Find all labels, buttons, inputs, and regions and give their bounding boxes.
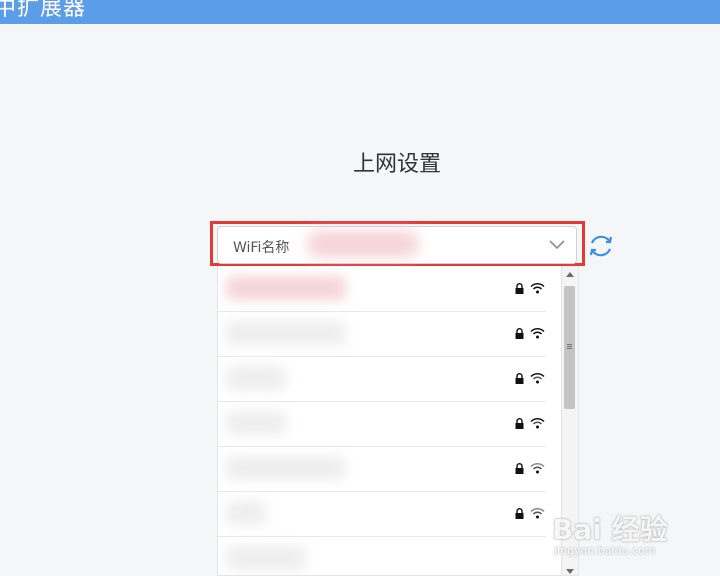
scroll-down-arrow-icon[interactable] xyxy=(566,569,574,574)
wifi-icon xyxy=(530,507,545,519)
wifi-icon xyxy=(530,372,545,384)
lock-icon xyxy=(515,328,524,339)
redacted-ssid xyxy=(226,501,266,525)
redacted-ssid xyxy=(226,546,306,570)
lock-icon xyxy=(515,508,524,519)
list-item[interactable] xyxy=(218,356,546,402)
page-title: 上网设置 xyxy=(352,152,441,177)
redacted-ssid xyxy=(226,366,286,390)
top-header-bar: 中扩展器 xyxy=(0,0,720,24)
redacted-ssid xyxy=(308,231,418,257)
watermark-url: jingyan.baidu.com xyxy=(554,544,656,557)
grip-line xyxy=(567,346,572,347)
grip-line xyxy=(567,344,572,345)
grip-line xyxy=(567,348,572,349)
wifi-icon xyxy=(530,417,545,429)
redacted-ssid xyxy=(226,321,346,345)
list-item[interactable] xyxy=(218,536,546,575)
scroll-up-arrow-icon[interactable] xyxy=(566,272,574,277)
header-title: 中扩展器 xyxy=(0,0,87,21)
lock-icon xyxy=(515,373,524,384)
wifi-icon xyxy=(530,462,545,474)
lock-icon xyxy=(515,418,524,429)
redacted-ssid xyxy=(226,456,346,480)
list-item[interactable] xyxy=(218,311,546,357)
list-item[interactable] xyxy=(218,446,546,492)
refresh-icon[interactable] xyxy=(587,232,615,260)
wifi-select-label: WiFi名称 xyxy=(233,240,290,256)
watermark-brand: Bai 经验 xyxy=(552,513,668,546)
list-item[interactable] xyxy=(218,491,546,537)
list-item[interactable] xyxy=(218,266,546,312)
wifi-icon xyxy=(530,327,545,339)
network-dropdown-list[interactable] xyxy=(217,266,579,576)
wifi-icon xyxy=(530,282,545,294)
baidu-jingyan-watermark: Bai 经验 jingyan.baidu.com xyxy=(552,508,712,566)
redacted-ssid xyxy=(226,411,286,435)
wifi-name-select[interactable]: WiFi名称 xyxy=(217,226,577,264)
list-item[interactable] xyxy=(218,401,546,447)
redacted-ssid xyxy=(226,276,346,300)
scroll-thumb[interactable] xyxy=(564,286,575,409)
lock-icon xyxy=(515,283,524,294)
chevron-down-icon[interactable] xyxy=(548,235,566,253)
lock-icon xyxy=(515,463,524,474)
